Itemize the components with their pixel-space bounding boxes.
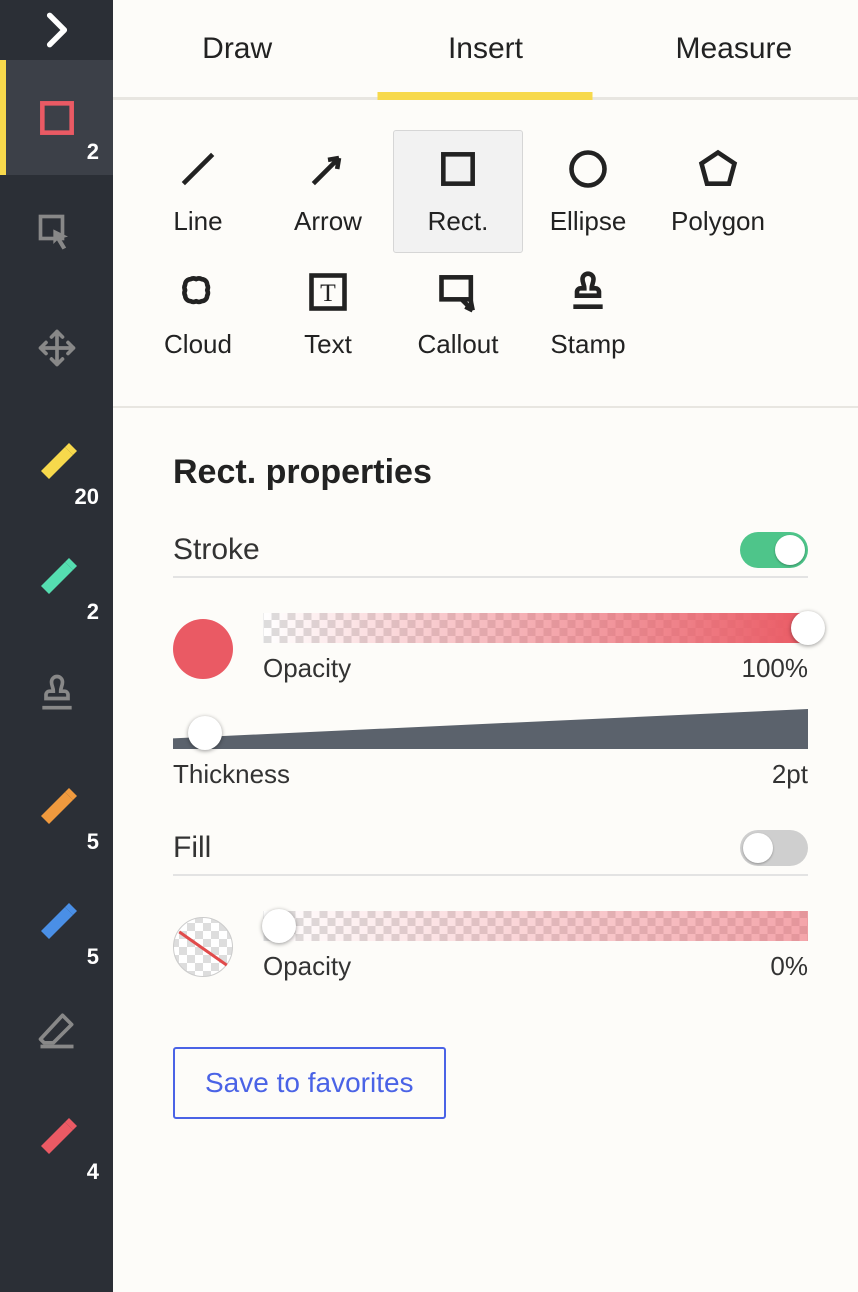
fill-header: Fill [173,830,808,876]
stroke-header: Stroke [173,532,808,578]
marker-orange-icon [33,784,81,832]
fill-opacity-label: Opacity [263,951,351,982]
rect-icon [436,147,480,191]
save-to-favorites-button[interactable]: Save to favorites [173,1047,446,1119]
shape-label: Text [304,329,352,360]
shape-stamp[interactable]: Stamp [523,253,653,376]
marker-blue-icon [33,899,81,947]
shape-label: Polygon [671,206,765,237]
line-icon [176,147,220,191]
opacity-value: 100% [742,653,809,684]
tab-draw[interactable]: Draw [113,0,361,97]
properties-panel: Rect. properties Stroke Opacity 100% [113,406,858,1119]
fill-opacity-slider[interactable] [263,911,808,941]
tool-badge: 2 [87,139,99,165]
fill-label: Fill [173,831,211,865]
cloud-icon [176,270,220,314]
stroke-toggle[interactable] [740,532,808,568]
eraser-icon [35,1008,79,1052]
stamp-icon [566,270,610,314]
tab-insert[interactable]: Insert [361,0,609,97]
thickness-value: 2pt [772,759,808,790]
fill-opacity-row: Opacity 0% [173,911,808,982]
sidebar-tool-lasso[interactable] [0,175,113,290]
stamp-tool-icon [35,671,79,715]
shape-label: Stamp [550,329,625,360]
ellipse-icon [566,147,610,191]
rect-tool-icon [35,96,79,140]
shape-text[interactable]: T Text [263,253,393,376]
shape-polygon[interactable]: Polygon [653,130,783,253]
shape-arrow[interactable]: Arrow [263,130,393,253]
tool-badge: 4 [87,1159,99,1185]
stroke-thickness-row: Thickness 2pt [173,709,808,790]
text-icon: T [306,270,350,314]
sidebar-tool-rect[interactable]: 2 [0,60,113,175]
shape-ellipse[interactable]: Ellipse [523,130,653,253]
opacity-label: Opacity [263,653,351,684]
expand-sidebar-button[interactable] [0,0,113,60]
shape-cloud[interactable]: Cloud [133,253,263,376]
chevron-right-icon [35,8,79,52]
polygon-icon [696,147,740,191]
stroke-opacity-slider[interactable] [263,613,808,643]
tool-badge: 5 [87,944,99,970]
sidebar-tool-stamp[interactable] [0,635,113,750]
marker-yellow-icon [33,439,81,487]
shape-label: Arrow [294,206,362,237]
marker-red-icon [33,1114,81,1162]
sidebar-marker-blue[interactable]: 5 [0,865,113,980]
shape-label: Line [173,206,222,237]
shape-label: Cloud [164,329,232,360]
sidebar-tool-move[interactable] [0,290,113,405]
main-panel: Draw Insert Measure Line Arrow Rect. Ell… [113,0,858,1292]
tabs: Draw Insert Measure [113,0,858,100]
shape-line[interactable]: Line [133,130,263,253]
sidebar-marker-yellow[interactable]: 20 [0,405,113,520]
fill-color-swatch[interactable] [173,917,233,977]
sidebar-marker-orange[interactable]: 5 [0,750,113,865]
lasso-select-icon [35,211,79,255]
shape-label: Rect. [428,206,489,237]
svg-text:T: T [320,278,336,307]
stroke-thickness-slider[interactable] [173,709,808,749]
shape-rect[interactable]: Rect. [393,130,523,253]
sidebar-marker-red[interactable]: 4 [0,1080,113,1195]
callout-icon [436,270,480,314]
stroke-label: Stroke [173,533,260,567]
tab-measure[interactable]: Measure [610,0,858,97]
fill-opacity-value: 0% [770,951,808,982]
sidebar-marker-teal[interactable]: 2 [0,520,113,635]
shape-label: Callout [418,329,499,360]
stroke-color-swatch[interactable] [173,619,233,679]
arrow-icon [306,147,350,191]
sidebar-tool-eraser[interactable] [0,980,113,1080]
marker-teal-icon [33,554,81,602]
stroke-opacity-row: Opacity 100% [173,613,808,684]
shape-label: Ellipse [550,206,627,237]
toolbar-sidebar: 2 20 2 5 [0,0,113,1292]
shape-grid: Line Arrow Rect. Ellipse Polygon Cloud T… [113,100,858,406]
tool-badge: 5 [87,829,99,855]
move-icon [35,326,79,370]
shape-callout[interactable]: Callout [393,253,523,376]
tool-badge: 2 [87,599,99,625]
fill-toggle[interactable] [740,830,808,866]
thickness-label: Thickness [173,759,290,790]
tool-badge: 20 [75,484,99,510]
properties-title: Rect. properties [173,453,808,492]
